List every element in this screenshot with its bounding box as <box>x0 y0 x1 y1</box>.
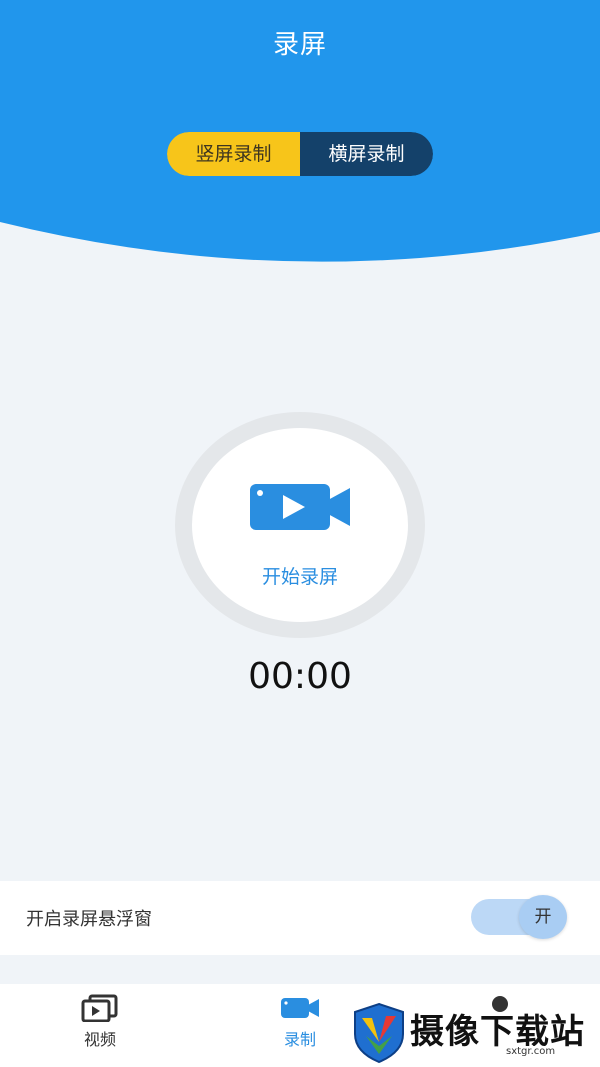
floating-window-setting: 开启录屏悬浮窗 开 <box>0 881 600 955</box>
shield-logo-icon <box>354 1002 404 1064</box>
toggle-knob: 开 <box>519 895 567 939</box>
page-title: 录屏 <box>272 30 327 60</box>
nav-label-video: 视频 <box>83 1030 116 1049</box>
video-library-icon <box>81 994 118 1022</box>
video-camera-icon <box>250 484 350 530</box>
record-timer: 00:00 <box>248 656 352 697</box>
nav-item-record[interactable]: 录制 <box>240 994 360 1050</box>
floating-window-toggle[interactable]: 开 <box>471 895 567 939</box>
watermark-url: sxtgr.com <box>504 1046 558 1057</box>
landscape-record-tab[interactable]: 横屏录制 <box>300 132 433 176</box>
header: 录屏 竖屏录制 横屏录制 <box>0 0 600 300</box>
video-camera-icon <box>281 998 319 1018</box>
orientation-toggle: 竖屏录制 横屏录制 <box>167 132 433 176</box>
start-record-button[interactable]: 开始录屏 <box>192 428 408 622</box>
watermark: 摄像下载站 sxtgr.com <box>352 1000 600 1064</box>
nav-item-video[interactable]: 视频 <box>40 994 160 1050</box>
portrait-record-tab[interactable]: 竖屏录制 <box>167 132 300 176</box>
start-record-label: 开始录屏 <box>261 566 338 588</box>
watermark-brand: 摄像下载站 <box>410 1012 585 1052</box>
nav-label-record: 录制 <box>283 1030 316 1049</box>
floating-window-label: 开启录屏悬浮窗 <box>26 909 152 930</box>
